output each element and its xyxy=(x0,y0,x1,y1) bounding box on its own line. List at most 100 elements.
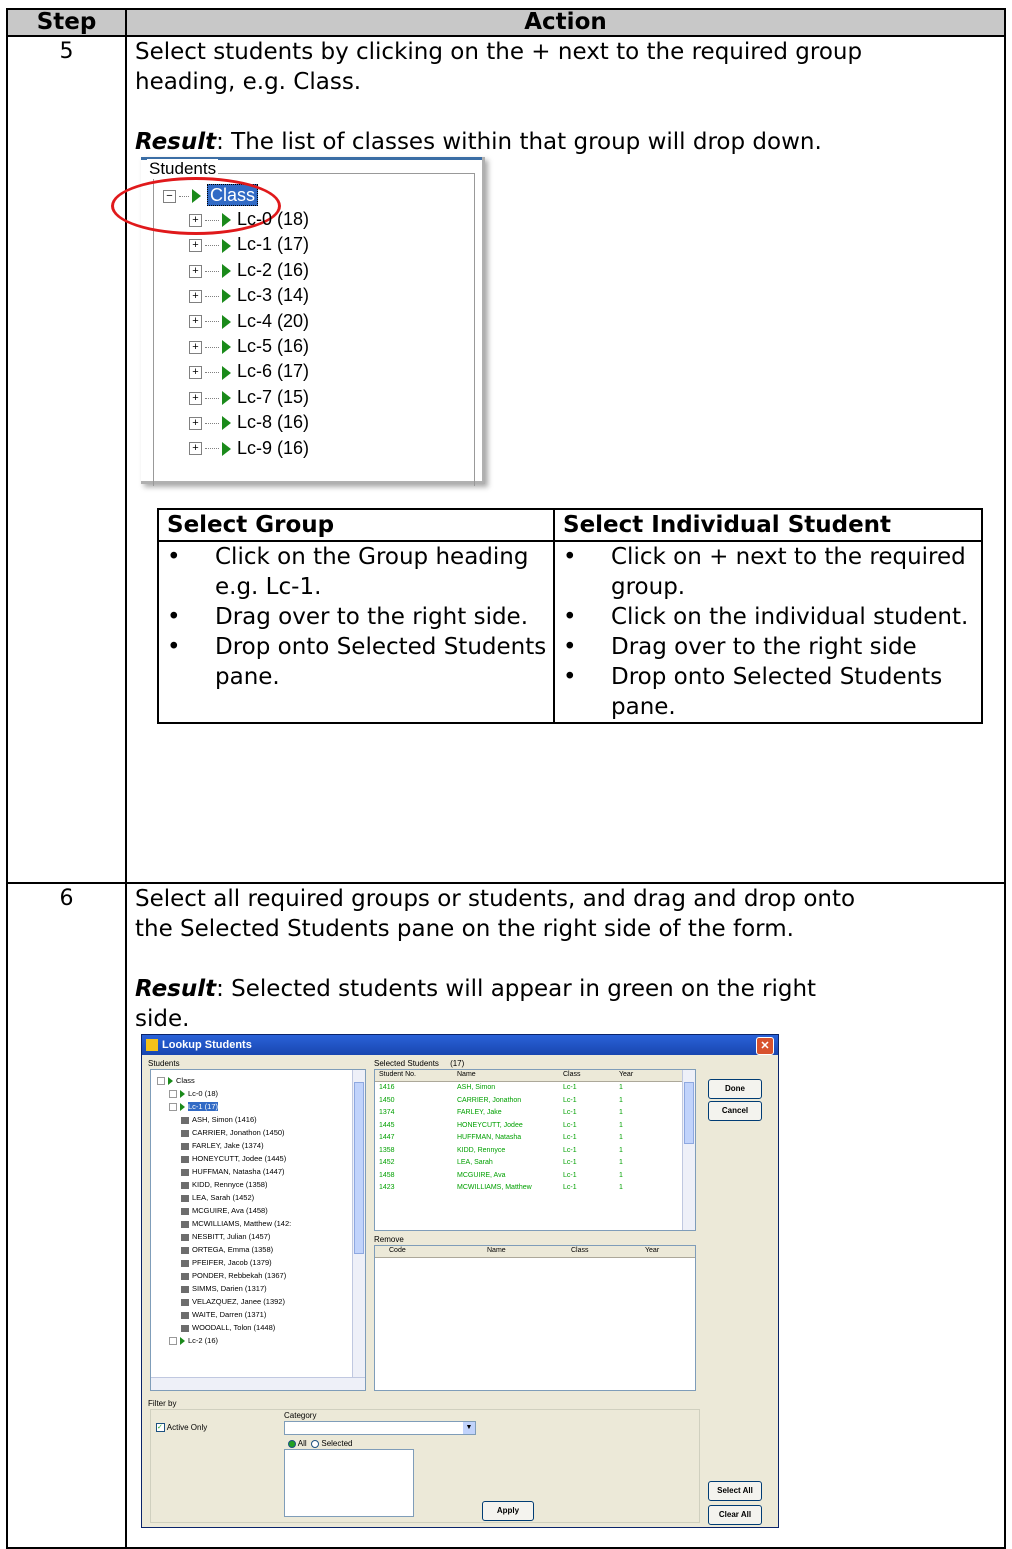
expand-icon[interactable]: + xyxy=(189,442,202,456)
tree-row-label: KIDD, Rennyce (1358) xyxy=(192,1180,268,1189)
expand-icon[interactable]: + xyxy=(189,289,202,303)
tree-group-item[interactable]: + Lc-9 (16) xyxy=(189,436,309,460)
category-radios[interactable]: All Selected xyxy=(288,1439,353,1448)
tree-row[interactable]: KIDD, Rennyce (1358) xyxy=(181,1180,267,1189)
done-button[interactable]: Done xyxy=(708,1079,762,1099)
tree-group-item[interactable]: + Lc-5 (16) xyxy=(189,334,309,358)
expand-icon[interactable]: + xyxy=(189,416,202,430)
expand-icon[interactable] xyxy=(169,1337,177,1346)
tree-row[interactable]: HUFFMAN, Natasha (1447) xyxy=(181,1167,285,1176)
students-tree-pane[interactable]: Class Lc-0 (18) Lc-1 (17) ASH, Simon (1416)… xyxy=(150,1069,366,1391)
close-icon[interactable]: ✕ xyxy=(756,1037,774,1055)
remove-grid[interactable]: Code Name Class Year xyxy=(374,1245,696,1391)
table-row[interactable]: 1358 KIDD, Rennyce Lc-1 1 xyxy=(375,1146,683,1158)
remove-pane-label: Remove xyxy=(374,1235,404,1244)
tree-group-item[interactable]: + Lc-0 (18) xyxy=(189,207,309,231)
tree-group-item[interactable]: + Lc-7 (15) xyxy=(189,385,309,409)
students-pane-label: Students xyxy=(148,1059,180,1068)
tree-group-label: Lc-6 (17) xyxy=(237,361,310,382)
expand-icon[interactable]: + xyxy=(189,340,202,354)
table-row[interactable]: 1452 LEA, Sarah Lc-1 1 xyxy=(375,1158,683,1170)
tree-row[interactable]: Lc-1 (17) xyxy=(169,1102,219,1112)
tree-row[interactable]: SIMMS, Darien (1317) xyxy=(181,1284,267,1293)
table-cell: KIDD, Rennyce xyxy=(457,1146,506,1154)
table-row[interactable]: 1450 CARRIER, Jonathon Lc-1 1 xyxy=(375,1096,683,1108)
tree-row[interactable]: Lc-2 (16) xyxy=(169,1336,218,1346)
group-arrow-icon xyxy=(180,1103,185,1112)
tree-row[interactable]: MCGUIRE, Ava (1458) xyxy=(181,1206,268,1215)
tree-group-item[interactable]: + Lc-1 (17) xyxy=(189,232,309,256)
table-row[interactable]: 1445 HONEYCUTT, Jodee Lc-1 1 xyxy=(375,1121,683,1133)
tree-row[interactable]: HONEYCUTT, Jodee (1445) xyxy=(181,1154,286,1163)
expand-icon[interactable]: + xyxy=(189,264,202,278)
tree-row[interactable]: PONDER, Rebbekah (1367) xyxy=(181,1271,286,1280)
expand-icon[interactable] xyxy=(157,1077,165,1086)
step-column-header: Step xyxy=(6,8,127,37)
tree-row[interactable]: Class xyxy=(157,1076,195,1086)
table-row[interactable]: 1374 FARLEY, Jake Lc-1 1 xyxy=(375,1108,683,1120)
table-row[interactable]: 1447 HUFFMAN, Natasha Lc-1 1 xyxy=(375,1133,683,1145)
table-cell: Lc-1 xyxy=(563,1109,577,1116)
apply-button[interactable]: Apply xyxy=(482,1501,534,1521)
category-label: Category xyxy=(284,1411,317,1420)
tree-row-label: Class xyxy=(176,1076,195,1085)
tree-group-item[interactable]: + Lc-6 (17) xyxy=(189,359,309,383)
table-cell: 1458 xyxy=(379,1171,395,1179)
tree-group-item[interactable]: + Lc-8 (16) xyxy=(189,410,309,434)
tree-row[interactable]: WOODALL, Tolon (1448) xyxy=(181,1323,275,1332)
student-icon xyxy=(181,1168,189,1176)
tree-row[interactable]: Lc-0 (18) xyxy=(169,1089,218,1099)
table-row[interactable]: 1423 MCWILLIAMS, Matthew Lc-1 1 xyxy=(375,1183,683,1195)
tree-row[interactable]: ORTEGA, Emma (1358) xyxy=(181,1245,273,1254)
expand-icon[interactable]: + xyxy=(189,213,202,227)
tree-row[interactable]: LEA, Sarah (1452) xyxy=(181,1193,254,1202)
tree-row[interactable]: NESBITT, Julian (1457) xyxy=(181,1232,270,1241)
selected-students-grid[interactable]: Student No. Name Class Year 1416 ASH, Simon L… xyxy=(374,1069,696,1231)
column-header[interactable]: Class xyxy=(571,1247,589,1254)
tree-group-item[interactable]: + Lc-4 (20) xyxy=(189,309,309,333)
tree-row[interactable]: FARLEY, Jake (1374) xyxy=(181,1141,264,1150)
tree-row[interactable]: PFEIFER, Jacob (1379) xyxy=(181,1258,272,1267)
selection-methods-table: Select Group Select Individual Student C… xyxy=(157,508,983,724)
group-arrow-icon xyxy=(222,365,231,380)
expand-icon[interactable] xyxy=(169,1103,177,1112)
column-header[interactable]: Code xyxy=(389,1247,406,1254)
table-row[interactable]: 1416 ASH, Simon Lc-1 1 xyxy=(375,1083,683,1095)
tree-row[interactable]: CARRIER, Jonathon (1450) xyxy=(181,1128,285,1137)
column-header[interactable]: Year xyxy=(645,1247,659,1254)
table-row[interactable]: 1458 MCGUIRE, Ava Lc-1 1 xyxy=(375,1171,683,1183)
category-select[interactable]: ▼ xyxy=(284,1421,476,1435)
step-5-number: 5 xyxy=(6,35,127,884)
group-arrow-icon xyxy=(222,340,231,355)
tree-group-label: Lc-8 (16) xyxy=(237,412,310,433)
tree-row[interactable]: WAITE, Darren (1371) xyxy=(181,1310,266,1319)
tree-row-label: MCWILLIAMS, Matthew (142: xyxy=(192,1219,292,1228)
step-6-number: 6 xyxy=(6,882,127,1549)
column-header[interactable]: Year xyxy=(619,1071,633,1078)
chevron-down-icon[interactable]: ▼ xyxy=(463,1422,475,1434)
cancel-button[interactable]: Cancel xyxy=(708,1101,762,1121)
category-list[interactable] xyxy=(284,1449,414,1517)
tree-group-item[interactable]: + Lc-2 (16) xyxy=(189,258,309,282)
window-titlebar: Lookup Students ✕ xyxy=(142,1035,778,1055)
column-header[interactable]: Name xyxy=(487,1247,506,1254)
instruction-table: Step Action 5 Select students by clickin… xyxy=(6,8,1006,1549)
expand-icon[interactable] xyxy=(169,1090,177,1099)
column-header[interactable]: Student No. xyxy=(379,1071,416,1078)
table-cell: 1 xyxy=(619,1184,623,1191)
table-cell: 1 xyxy=(619,1109,623,1116)
tree-group-item[interactable]: + Lc-3 (14) xyxy=(189,283,309,307)
group-arrow-icon xyxy=(222,238,231,253)
expand-icon[interactable]: + xyxy=(189,315,202,329)
active-only-checkbox[interactable]: ✓ Active Only xyxy=(156,1423,207,1433)
column-header[interactable]: Name xyxy=(457,1071,476,1078)
select-all-button[interactable]: Select All xyxy=(708,1481,762,1501)
expand-icon[interactable]: + xyxy=(189,366,202,380)
expand-icon[interactable]: + xyxy=(189,239,202,253)
expand-icon[interactable]: + xyxy=(189,391,202,405)
tree-row[interactable]: ASH, Simon (1416) xyxy=(181,1115,257,1124)
column-header[interactable]: Class xyxy=(563,1071,581,1078)
tree-row[interactable]: VELAZQUEZ, Janee (1392) xyxy=(181,1297,285,1306)
clear-all-button[interactable]: Clear All xyxy=(708,1505,762,1525)
tree-row[interactable]: MCWILLIAMS, Matthew (142: xyxy=(181,1219,291,1228)
